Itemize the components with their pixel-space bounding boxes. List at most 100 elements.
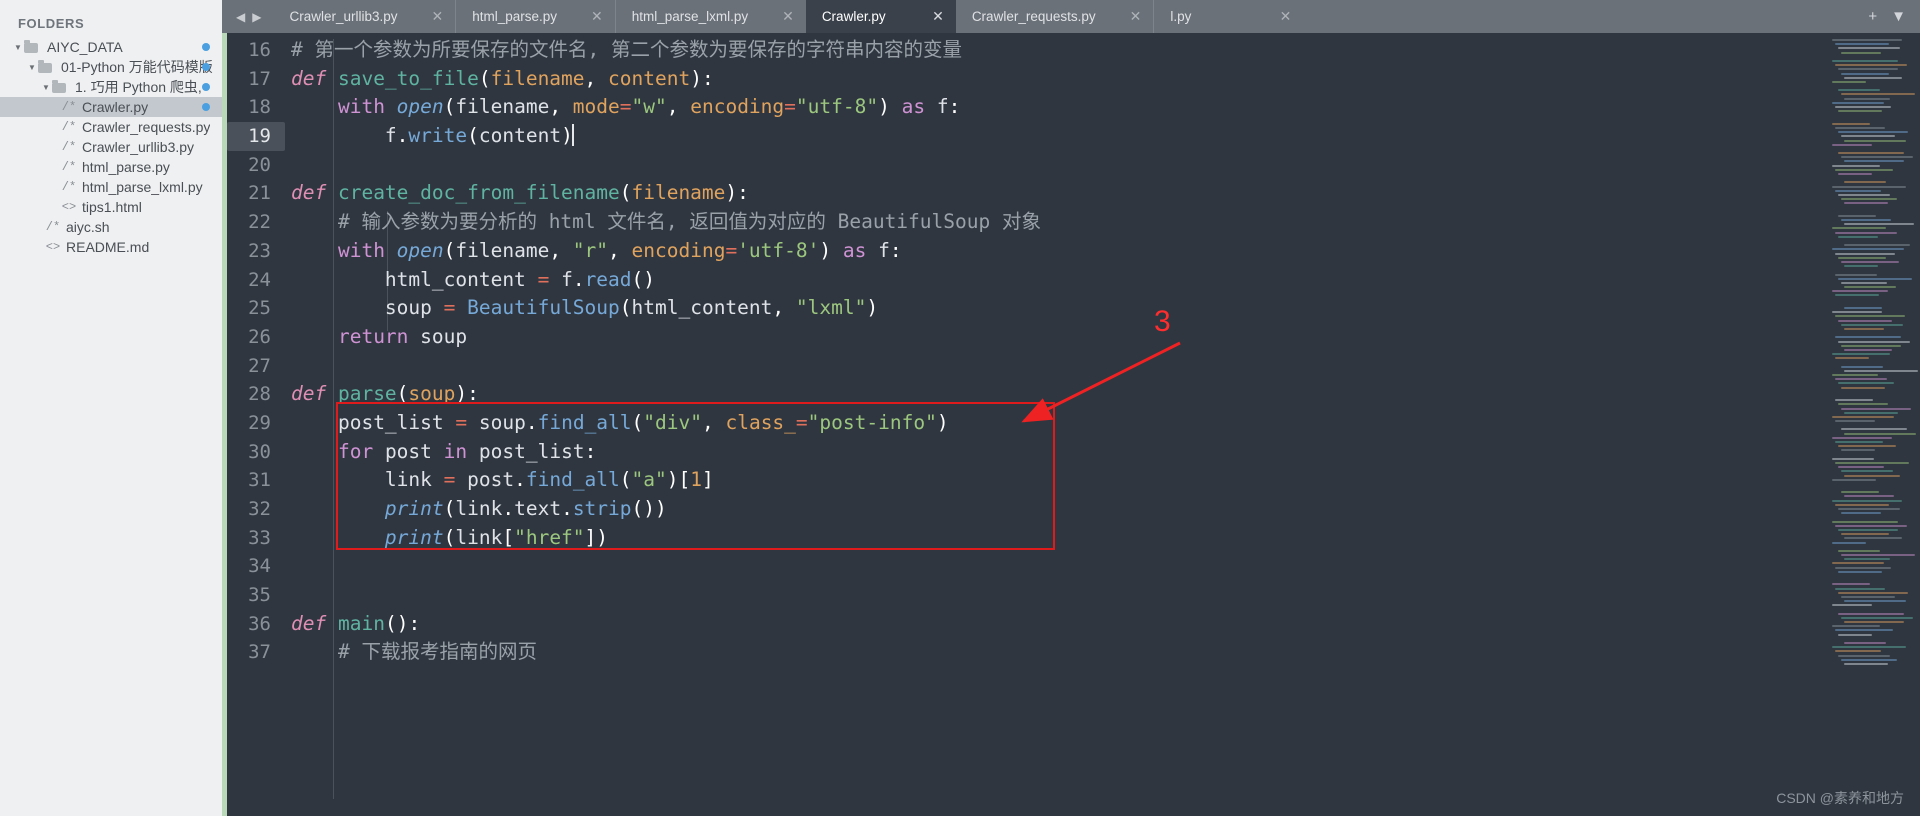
minimap-line	[1835, 252, 1895, 255]
close-icon[interactable]: ✕	[591, 8, 603, 25]
python-file-icon: /*	[61, 160, 77, 174]
minimap-line	[1832, 59, 1898, 62]
code-text[interactable]: html_content = f.read()	[285, 266, 655, 295]
chevron-down-icon[interactable]: ▼	[26, 63, 38, 72]
code-text[interactable]: return soup	[285, 323, 467, 352]
minimap-line	[1844, 286, 1896, 289]
code-line[interactable]: 25 soup = BeautifulSoup(html_content, "l…	[227, 294, 1920, 323]
tab-dropdown-icon[interactable]: ▼	[1891, 8, 1906, 25]
nav-back-icon[interactable]: ◀	[236, 10, 245, 24]
code-line[interactable]: 33 print(link["href"])	[227, 524, 1920, 553]
code-text[interactable]: print(link.text.strip())	[285, 495, 667, 524]
code-line[interactable]: 29 post_list = soup.find_all("div", clas…	[227, 409, 1920, 438]
code-line[interactable]: 22 # 输入参数为要分析的 html 文件名, 返回值为对应的 Beautif…	[227, 208, 1920, 237]
code-line[interactable]: 24 html_content = f.read()	[227, 266, 1920, 295]
code-text[interactable]: soup = BeautifulSoup(html_content, "lxml…	[285, 294, 878, 323]
code-line[interactable]: 34	[227, 552, 1920, 581]
chevron-down-icon[interactable]: ▼	[40, 83, 52, 92]
tab-l-py[interactable]: l.py ✕	[1153, 0, 1303, 33]
close-icon[interactable]: ✕	[1280, 8, 1292, 25]
html-file-icon: <>	[61, 200, 77, 214]
line-number: 16	[248, 39, 271, 61]
code-text[interactable]: # 输入参数为要分析的 html 文件名, 返回值为对应的 BeautifulS…	[285, 208, 1041, 237]
minimap-line	[1844, 97, 1890, 100]
minimap-line	[1835, 650, 1881, 653]
new-tab-icon[interactable]: +	[1868, 8, 1877, 25]
tree-item-readme-md[interactable]: <> README.md	[0, 237, 222, 257]
minimap-line	[1832, 562, 1884, 565]
code-text[interactable]: def parse(soup):	[285, 380, 479, 409]
tab-nav-controls[interactable]: ◀ ▶	[222, 0, 273, 33]
code-line[interactable]: 37 # 下载报考指南的网页	[227, 638, 1920, 667]
tree-item-html-parse-py[interactable]: /* html_parse.py	[0, 157, 222, 177]
tree-item-crawler-py[interactable]: /* Crawler.py	[0, 97, 222, 117]
code-text[interactable]: def save_to_file(filename, content):	[285, 65, 714, 94]
code-editor[interactable]: 16 # 第一个参数为所要保存的文件名, 第二个参数为要保存的字符串内容的变量 17…	[222, 33, 1920, 816]
code-line[interactable]: 19 f.write(content)	[227, 122, 1920, 151]
code-text[interactable]: def main():	[285, 610, 420, 639]
tree-item-crawler-requests-py[interactable]: /* Crawler_requests.py	[0, 117, 222, 137]
code-text[interactable]: f.write(content)	[285, 122, 574, 151]
tree-item-crawler-urllib3-py[interactable]: /* Crawler_urllib3.py	[0, 137, 222, 157]
tab-crawler-requests-py[interactable]: Crawler_requests.py ✕	[956, 0, 1154, 33]
shell-file-icon: /*	[45, 220, 61, 234]
minimap-line	[1832, 457, 1874, 460]
code-lines-container[interactable]: 16 # 第一个参数为所要保存的文件名, 第二个参数为要保存的字符串内容的变量 17…	[227, 33, 1920, 816]
minimap-line	[1841, 449, 1875, 452]
minimap-line	[1838, 277, 1912, 280]
chevron-down-icon[interactable]: ▼	[12, 43, 24, 52]
tree-item-tips1-html[interactable]: <> tips1.html	[0, 197, 222, 217]
code-line[interactable]: 36 def main():	[227, 610, 1920, 639]
folders-header: FOLDERS	[18, 16, 85, 31]
code-text[interactable]: with open(filename, mode="w", encoding="…	[285, 93, 960, 122]
close-icon[interactable]: ✕	[932, 8, 944, 25]
code-line[interactable]: 28 def parse(soup):	[227, 380, 1920, 409]
code-text[interactable]: with open(filename, "r", encoding='utf-8…	[285, 237, 902, 266]
minimap-line	[1835, 399, 1873, 402]
tab-crawler-urllib3-py[interactable]: Crawler_urllib3.py ✕	[273, 0, 455, 33]
code-line[interactable]: 23 with open(filename, "r", encoding='ut…	[227, 237, 1920, 266]
code-line[interactable]: 32 print(link.text.strip())	[227, 495, 1920, 524]
code-text[interactable]: def create_doc_from_filename(filename):	[285, 179, 749, 208]
code-text[interactable]: # 下载报考指南的网页	[285, 638, 537, 667]
tab-html-parse-lxml-py[interactable]: html_parse_lxml.py ✕	[614, 0, 806, 33]
minimap-line	[1832, 227, 1886, 230]
minimap-line	[1832, 290, 1888, 293]
minimap-line	[1835, 629, 1893, 632]
code-line[interactable]: 35	[227, 581, 1920, 610]
code-text[interactable]: print(link["href"])	[285, 524, 608, 553]
minimap-line	[1841, 93, 1915, 96]
tab-crawler-py[interactable]: Crawler.py ✕	[805, 0, 956, 33]
code-text[interactable]: # 第一个参数为所要保存的文件名, 第二个参数为要保存的字符串内容的变量	[285, 36, 962, 65]
tree-item-aiyc-data[interactable]: ▼ AIYC_DATA	[0, 37, 222, 57]
code-line[interactable]: 21 def create_doc_from_filename(filename)…	[227, 179, 1920, 208]
tree-item-01-python[interactable]: ▼ 01-Python 万能代码模版	[0, 57, 222, 77]
nav-forward-icon[interactable]: ▶	[252, 10, 261, 24]
code-line[interactable]: 18 with open(filename, mode="w", encodin…	[227, 93, 1920, 122]
code-line[interactable]: 31 link = post.find_all("a")[1]	[227, 466, 1920, 495]
code-line[interactable]: 16 # 第一个参数为所要保存的文件名, 第二个参数为要保存的字符串内容的变量	[227, 36, 1920, 65]
minimap-line	[1844, 139, 1906, 142]
minimap-line	[1838, 466, 1884, 469]
line-number: 32	[248, 498, 271, 520]
code-line[interactable]: 20	[227, 151, 1920, 180]
close-icon[interactable]: ✕	[1130, 8, 1142, 25]
tab-label: Crawler.py	[821, 9, 886, 24]
code-text[interactable]: for post in post_list:	[285, 438, 596, 467]
minimap[interactable]	[1828, 33, 1920, 816]
tab-html-parse-py[interactable]: html_parse.py ✕	[455, 0, 615, 33]
close-icon[interactable]: ✕	[432, 8, 444, 25]
code-line[interactable]: 17 def save_to_file(filename, content):	[227, 65, 1920, 94]
minimap-line	[1841, 281, 1887, 284]
minimap-line	[1838, 68, 1898, 71]
tree-item-html-parse-lxml-py[interactable]: /* html_parse_lxml.py	[0, 177, 222, 197]
tree-item-1-python[interactable]: ▼ 1. 巧用 Python 爬虫,	[0, 77, 222, 97]
code-line[interactable]: 26 return soup	[227, 323, 1920, 352]
code-text[interactable]: link = post.find_all("a")[1]	[285, 466, 714, 495]
tree-item-aiyc-sh[interactable]: /* aiyc.sh	[0, 217, 222, 237]
code-line[interactable]: 30 for post in post_list:	[227, 438, 1920, 467]
code-text[interactable]: post_list = soup.find_all("div", class_=…	[285, 409, 949, 438]
close-icon[interactable]: ✕	[782, 8, 794, 25]
code-line[interactable]: 27	[227, 352, 1920, 381]
minimap-line	[1832, 604, 1872, 607]
